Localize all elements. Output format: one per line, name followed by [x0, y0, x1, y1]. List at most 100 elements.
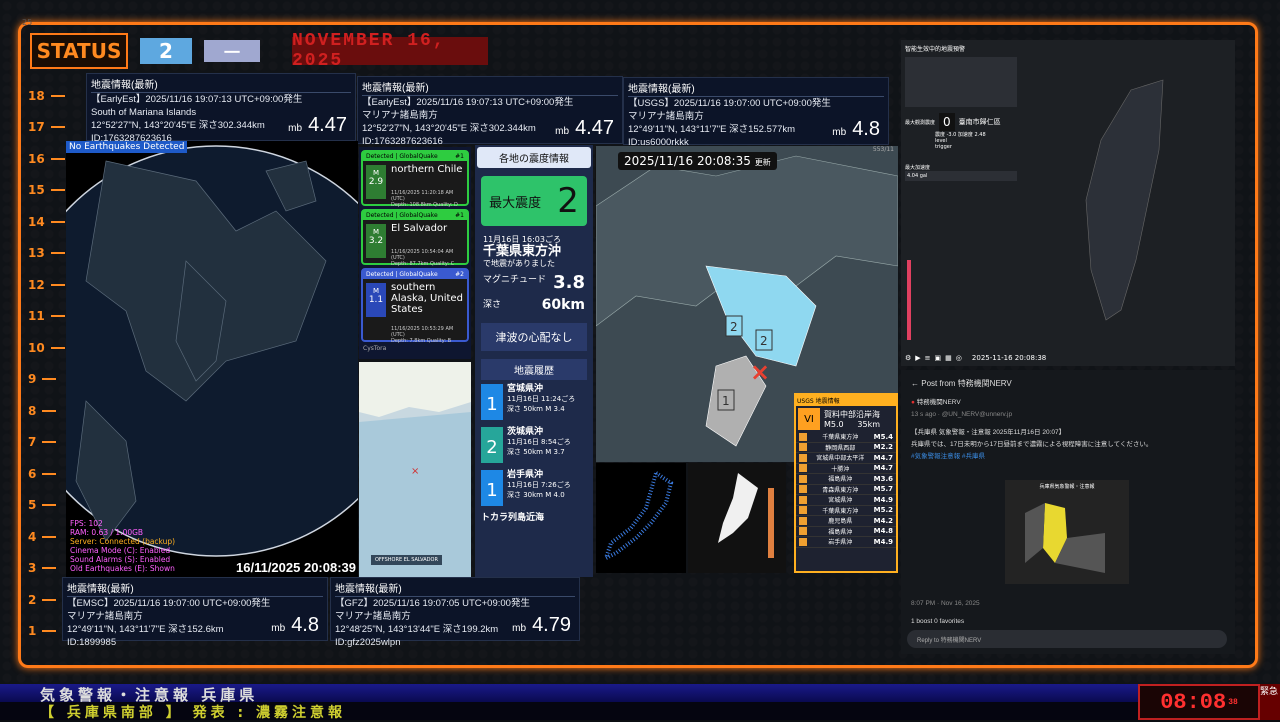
globe-timestamp: 16/11/2025 20:08:39 — [236, 560, 356, 575]
globe-status-tag: No Earthquakes Detected — [66, 141, 188, 153]
scale-tick: 8 — [28, 395, 68, 427]
card-header: 地震情報(最新) — [335, 580, 575, 597]
post-body-2: 兵庫県では、17日未明から17日昼前まで濃霧による視程障害に注意してください。 — [911, 441, 1153, 448]
japan-stations-map — [596, 463, 686, 573]
card-line: 【EarlyEst】2025/11/16 19:07:13 UTC+09:00発… — [91, 94, 303, 105]
japan-shaking-map — [688, 463, 786, 573]
gq-card[interactable]: Detected | GlobalQuake #1 M 2.9 northern … — [361, 150, 469, 208]
history-item[interactable]: トカラ列島近海 — [481, 513, 587, 529]
gq-card[interactable]: Detected | GlobalQuake #1 M 3.2 El Salvad… — [361, 209, 469, 267]
scale-tick: 14 — [28, 206, 68, 238]
taiwan-sidebar: 智能生效中的地震預警 最大觀測震度 0 臺南市歸仁區 震度 -3.0 加速度 2.4… — [905, 44, 1017, 181]
post-author: ● 特務機関NERV — [911, 399, 961, 406]
japan-graphic — [602, 469, 674, 562]
depth-row: 深さ 60km — [483, 297, 585, 313]
map-timestamp: 2025/11/16 20:08:35 更新 — [618, 152, 777, 170]
usgs-row[interactable]: 千葉県東方沖 M5.2 — [796, 506, 896, 516]
scale-tick: 15 — [28, 175, 68, 207]
globe-icon[interactable]: ◎ — [956, 354, 962, 362]
gq-footer: CysTora — [363, 345, 387, 352]
date-display: NOVEMBER 16, 2025 — [292, 31, 488, 71]
globe-graphic — [66, 145, 358, 557]
scale-tick: 10 — [28, 332, 68, 364]
reply-input[interactable]: Reply to 特務機関NERV — [907, 630, 1227, 648]
card-magnitude: mb 4.8 — [271, 614, 319, 636]
card-header: 地震情報(最新) — [362, 79, 618, 96]
card-magnitude: mb 4.79 — [512, 614, 571, 636]
el-salvador-map[interactable]: × OFFSHORE EL SALVADOR — [359, 362, 471, 577]
usgs-row[interactable]: 静岡県西部 M2.2 — [796, 443, 896, 453]
card-header: 地震情報(最新) — [628, 80, 884, 97]
grid-icon[interactable]: ▦ — [945, 354, 952, 362]
gear-icon[interactable]: ⚙ — [905, 354, 911, 362]
card-line: 【USGS】2025/11/16 19:07:00 UTC+09:00発生 — [628, 98, 831, 109]
card-header: 地震情報(最新) — [67, 580, 323, 597]
usgs-row[interactable]: 十勝沖 M4.7 — [796, 464, 896, 474]
post-body: 【兵庫県 気象警報・注意報 2025年11月16日 20:07】 — [911, 429, 1066, 436]
history-item[interactable]: 2 茨城県沖 11月16日 8:54ごろ 深さ 50km M 3.7 — [481, 427, 587, 467]
max-intensity: 最大震度 2 — [481, 176, 587, 226]
scale-tick: 13 — [28, 238, 68, 270]
usgs-header: USGS 地震情報 — [796, 395, 896, 406]
post-meta: 8:07 PM · Nov 16, 2025 — [911, 600, 980, 607]
scale-tick: 5 — [28, 490, 68, 522]
ticker-line-1: 気象警報・注意報 兵庫県 — [0, 684, 1140, 704]
usgs-row[interactable]: 福島県沖 M4.8 — [796, 527, 896, 537]
taiwan-eew-panel[interactable]: 智能生效中的地震預警 最大觀測震度 0 臺南市歸仁區 震度 -3.0 加速度 2.4… — [901, 40, 1235, 366]
post-handle: 13 s ago · @UN_NERV@unnerv.jp — [911, 411, 1013, 418]
gq-card[interactable]: Detected | GlobalQuake #2 M 1.1 southern … — [361, 268, 469, 344]
svg-text:1: 1 — [722, 394, 730, 408]
scale-tick: 4 — [28, 521, 68, 553]
corner-label: 25 — [22, 18, 33, 27]
coast-graphic: × — [359, 362, 471, 577]
scale-tick: 6 — [28, 458, 68, 490]
ticker-line-2: 【 兵庫県南部 】 発表 : 濃霧注意報 — [0, 702, 1140, 721]
usgs-row[interactable]: 千葉県東方沖 M5.4 — [796, 432, 896, 443]
card-line: 【EarlyEst】2025/11/16 19:07:13 UTC+09:00発… — [362, 97, 574, 108]
card-header: 地震情報(最新) — [91, 76, 351, 93]
history-item[interactable]: 1 宮城県沖 11月16日 11:24ごろ 深さ 50km M 3.4 — [481, 384, 587, 424]
tsunami-status: 津波の心配なし — [481, 323, 587, 351]
post-image[interactable]: 兵庫県気象警報・注意報 — [1005, 480, 1129, 584]
image-icon[interactable]: ▣ — [935, 354, 942, 362]
usgs-row[interactable]: 岩手県沖 M4.9 — [796, 537, 896, 548]
usgs-row[interactable]: 福島県沖 M3.6 — [796, 474, 896, 485]
intensity-header: 各地の震度情報 — [477, 147, 591, 168]
taiwan-controls: ⚙ ▶ ≡ ▣ ▦ ◎ 2025-11-16 20:08:38 — [905, 354, 1047, 362]
level-scale: 18 17 16 15 14 13 12 11 10 9 8 7 6 5 4 3… — [28, 80, 68, 647]
social-post-panel: ← Post from 特務機関NERV ● 特務機関NERV 13 s ago… — [901, 370, 1235, 654]
quake-card-gfz: 地震情報(最新) 【GFZ】2025/11/16 19:07:05 UTC+09… — [330, 577, 580, 648]
scale-tick: 18 — [28, 80, 68, 112]
globe-view[interactable]: No Earthquakes Detected FPS: 102 RAM: 0.… — [66, 141, 358, 577]
quake-card-usgs: 地震情報(最新) 【USGS】2025/11/16 19:07:00 UTC+0… — [623, 77, 889, 148]
svg-text:×: × — [750, 358, 770, 386]
history-item[interactable]: 1 岩手県沖 11月16日 7:26ごろ 深さ 30km M 4.0 — [481, 470, 587, 510]
svg-text:2: 2 — [730, 320, 738, 334]
map-label: OFFSHORE EL SALVADOR — [371, 555, 442, 565]
usgs-latest: VI 賀料中部沿岸海 M5.0 35km — [796, 406, 896, 432]
svg-text:×: × — [411, 466, 419, 477]
quake-card-earlyest-en: 地震情報(最新) 【EarlyEst】2025/11/16 19:07:13 U… — [86, 73, 356, 144]
bottom-ticker: 気象警報・注意報 兵庫県 【 兵庫県南部 】 発表 : 濃霧注意報 — [0, 684, 1280, 721]
play-icon[interactable]: ▶ — [915, 354, 920, 362]
card-magnitude: mb 4.47 — [288, 114, 347, 136]
status-label: STATUS — [30, 33, 128, 69]
clock: 08:08 38 — [1138, 684, 1260, 720]
card-magnitude: mb 4.47 — [555, 117, 614, 139]
sliders-icon[interactable]: ≡ — [925, 354, 931, 362]
scale-tick: 16 — [28, 143, 68, 175]
quake-summary: 11月16日 16:03ごろ 千葉県東方沖 で地震がありました — [483, 235, 562, 268]
post-tags[interactable]: #気象警報注意報 #兵庫県 — [901, 451, 1235, 463]
usgs-row[interactable]: 青森県東方沖 M5.7 — [796, 485, 896, 495]
emergency-tag: 緊急 — [1260, 684, 1280, 720]
intensity-panel: 各地の震度情報 最大震度 2 11月16日 16:03ごろ 千葉県東方沖 で地震が… — [475, 145, 593, 577]
globe-stats: FPS: 102 RAM: 0.63 / 1.00GB Server: Conn… — [70, 519, 176, 573]
scale-tick: 17 — [28, 112, 68, 144]
card-line: ID:gfz2025wlpn — [335, 637, 401, 648]
usgs-row[interactable]: 宮城県沖 M4.9 — [796, 495, 896, 506]
usgs-row[interactable]: 宮城県中部太平洋 M4.7 — [796, 453, 896, 464]
usgs-row[interactable]: 鹿児島県 M4.2 — [796, 516, 896, 527]
status-bar: STATUS 2 一 NOVEMBER 16, 2025 — [30, 31, 488, 71]
post-header[interactable]: ← Post from 特務機関NERV — [901, 370, 1235, 397]
globalquake-list: Detected | GlobalQuake #1 M 2.9 northern … — [359, 147, 471, 359]
